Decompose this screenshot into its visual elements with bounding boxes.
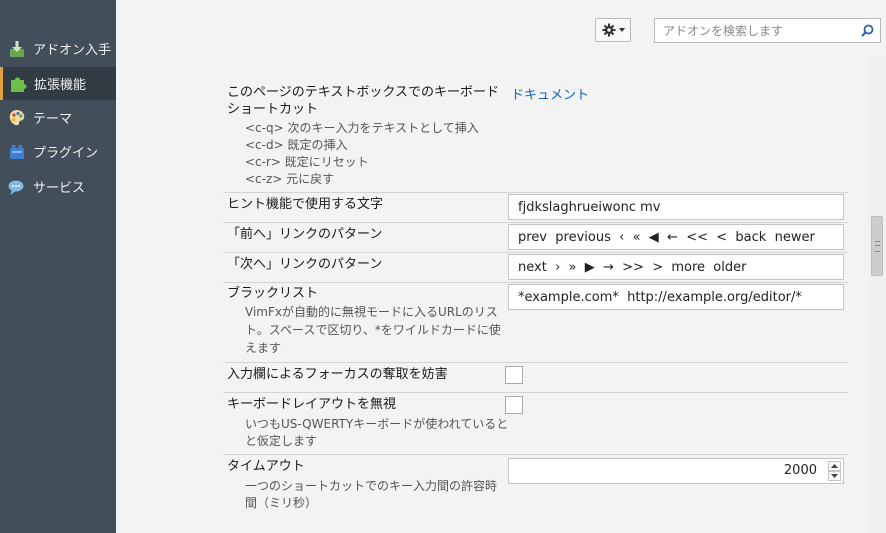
prev-patterns-field[interactable] xyxy=(508,224,844,250)
setting-title: ショートカット xyxy=(227,102,319,117)
sidebar-item-themes[interactable]: テーマ xyxy=(0,101,116,134)
setting-row-ignore-layout: キーボードレイアウトを無視 いつもUS-QWERTYキーボードが使われていると … xyxy=(223,393,848,455)
setting-row-prevent-focus: 入力欄によるフォーカスの奪取を妨害 xyxy=(223,363,848,393)
scrollbar-grip-icon xyxy=(875,241,880,252)
documentation-link[interactable]: ドキュメント xyxy=(511,88,589,104)
setting-desc-line: <c-q> 次のキー入力をテキストとして挿入 xyxy=(245,121,479,135)
search-box xyxy=(654,18,881,43)
sidebar: アドオン入手 拡張機能 テーマ プラグイン サービス xyxy=(0,0,116,533)
setting-title: キーボードレイアウトを無視 xyxy=(227,397,397,412)
setting-title: 「次へ」リンクのパターン xyxy=(227,257,383,272)
setting-title: ヒント機能で使用する文字 xyxy=(227,197,384,212)
setting-title: ブラックリスト xyxy=(227,286,319,301)
setting-title: タイムアウト xyxy=(227,459,305,474)
vertical-scrollbar[interactable] xyxy=(869,56,886,533)
next-patterns-field[interactable] xyxy=(508,254,844,280)
spin-up-button[interactable] xyxy=(828,461,841,471)
setting-row-blacklist: ブラックリスト VimFxが自動的に無視モードに入るURLのリス ト。スペースで… xyxy=(223,283,848,363)
sidebar-item-extensions[interactable]: 拡張機能 xyxy=(0,67,116,100)
setting-title: このページのテキストボックスでのキーボード xyxy=(227,85,499,100)
hint-chars-field[interactable] xyxy=(508,194,844,220)
setting-desc-line: いつもUS-QWERTYキーボードが使われていると xyxy=(245,417,509,431)
sidebar-item-label: アドオン入手 xyxy=(33,43,112,58)
blacklist-field[interactable] xyxy=(508,284,844,310)
sidebar-item-get-addons[interactable]: アドオン入手 xyxy=(0,32,116,65)
setting-row-next-patterns: 「次へ」リンクのパターン xyxy=(223,253,848,283)
main-content: このページのテキストボックスでのキーボード ショートカット <c-q> 次のキー… xyxy=(116,0,886,533)
setting-desc-line: 一つのショートカットでのキー入力間の許容時 xyxy=(245,479,498,493)
setting-desc-line: えます xyxy=(245,341,282,355)
setting-desc-line: 間（ミリ秒） xyxy=(245,496,318,510)
tools-menu-button[interactable] xyxy=(595,18,631,42)
sidebar-item-label: プラグイン xyxy=(33,146,99,161)
sidebar-item-plugins[interactable]: プラグイン xyxy=(0,135,116,168)
search-input[interactable] xyxy=(655,19,858,42)
setting-desc-line: ト。スペースで区切り、*をワイルドカードに使 xyxy=(245,323,501,337)
sidebar-item-label: サービス xyxy=(33,181,86,196)
sidebar-item-label: 拡張機能 xyxy=(34,78,87,93)
gear-icon xyxy=(602,23,615,37)
sidebar-item-label: テーマ xyxy=(33,112,73,127)
prevent-focus-checkbox[interactable] xyxy=(505,366,523,384)
ignore-layout-checkbox[interactable] xyxy=(505,396,523,414)
setting-row-prev-patterns: 「前へ」リンクのパターン xyxy=(223,223,848,253)
setting-desc-line: <c-z> 元に戻す xyxy=(245,172,335,186)
setting-desc-line: と仮定します xyxy=(245,434,318,448)
chevron-down-icon xyxy=(618,28,625,32)
setting-desc-line: VimFxが自動的に無視モードに入るURLのリス xyxy=(245,305,498,319)
chat-bubble-icon xyxy=(8,180,24,195)
setting-title: 入力欄によるフォーカスの奪取を妨害 xyxy=(227,367,448,382)
setting-desc-line: <c-r> 既定にリセット xyxy=(245,155,369,169)
setting-desc-line: <c-d> 既定の挿入 xyxy=(245,138,348,152)
sidebar-item-services[interactable]: サービス xyxy=(0,170,116,203)
setting-row-hint-chars: ヒント機能で使用する文字 xyxy=(223,193,848,223)
puzzle-piece-icon xyxy=(11,77,27,92)
plugin-block-icon xyxy=(10,144,24,159)
palette-icon xyxy=(9,109,25,125)
setting-title: 「前へ」リンクのパターン xyxy=(227,227,383,242)
timeout-number-field[interactable]: 2000 xyxy=(508,458,844,484)
spin-down-button[interactable] xyxy=(828,471,841,481)
timeout-value: 2000 xyxy=(783,463,817,478)
scrollbar-thumb[interactable] xyxy=(871,216,883,276)
chevron-up-icon xyxy=(831,464,838,468)
search-icon[interactable] xyxy=(861,24,874,37)
download-addon-icon xyxy=(10,40,24,57)
chevron-down-icon xyxy=(831,474,838,478)
